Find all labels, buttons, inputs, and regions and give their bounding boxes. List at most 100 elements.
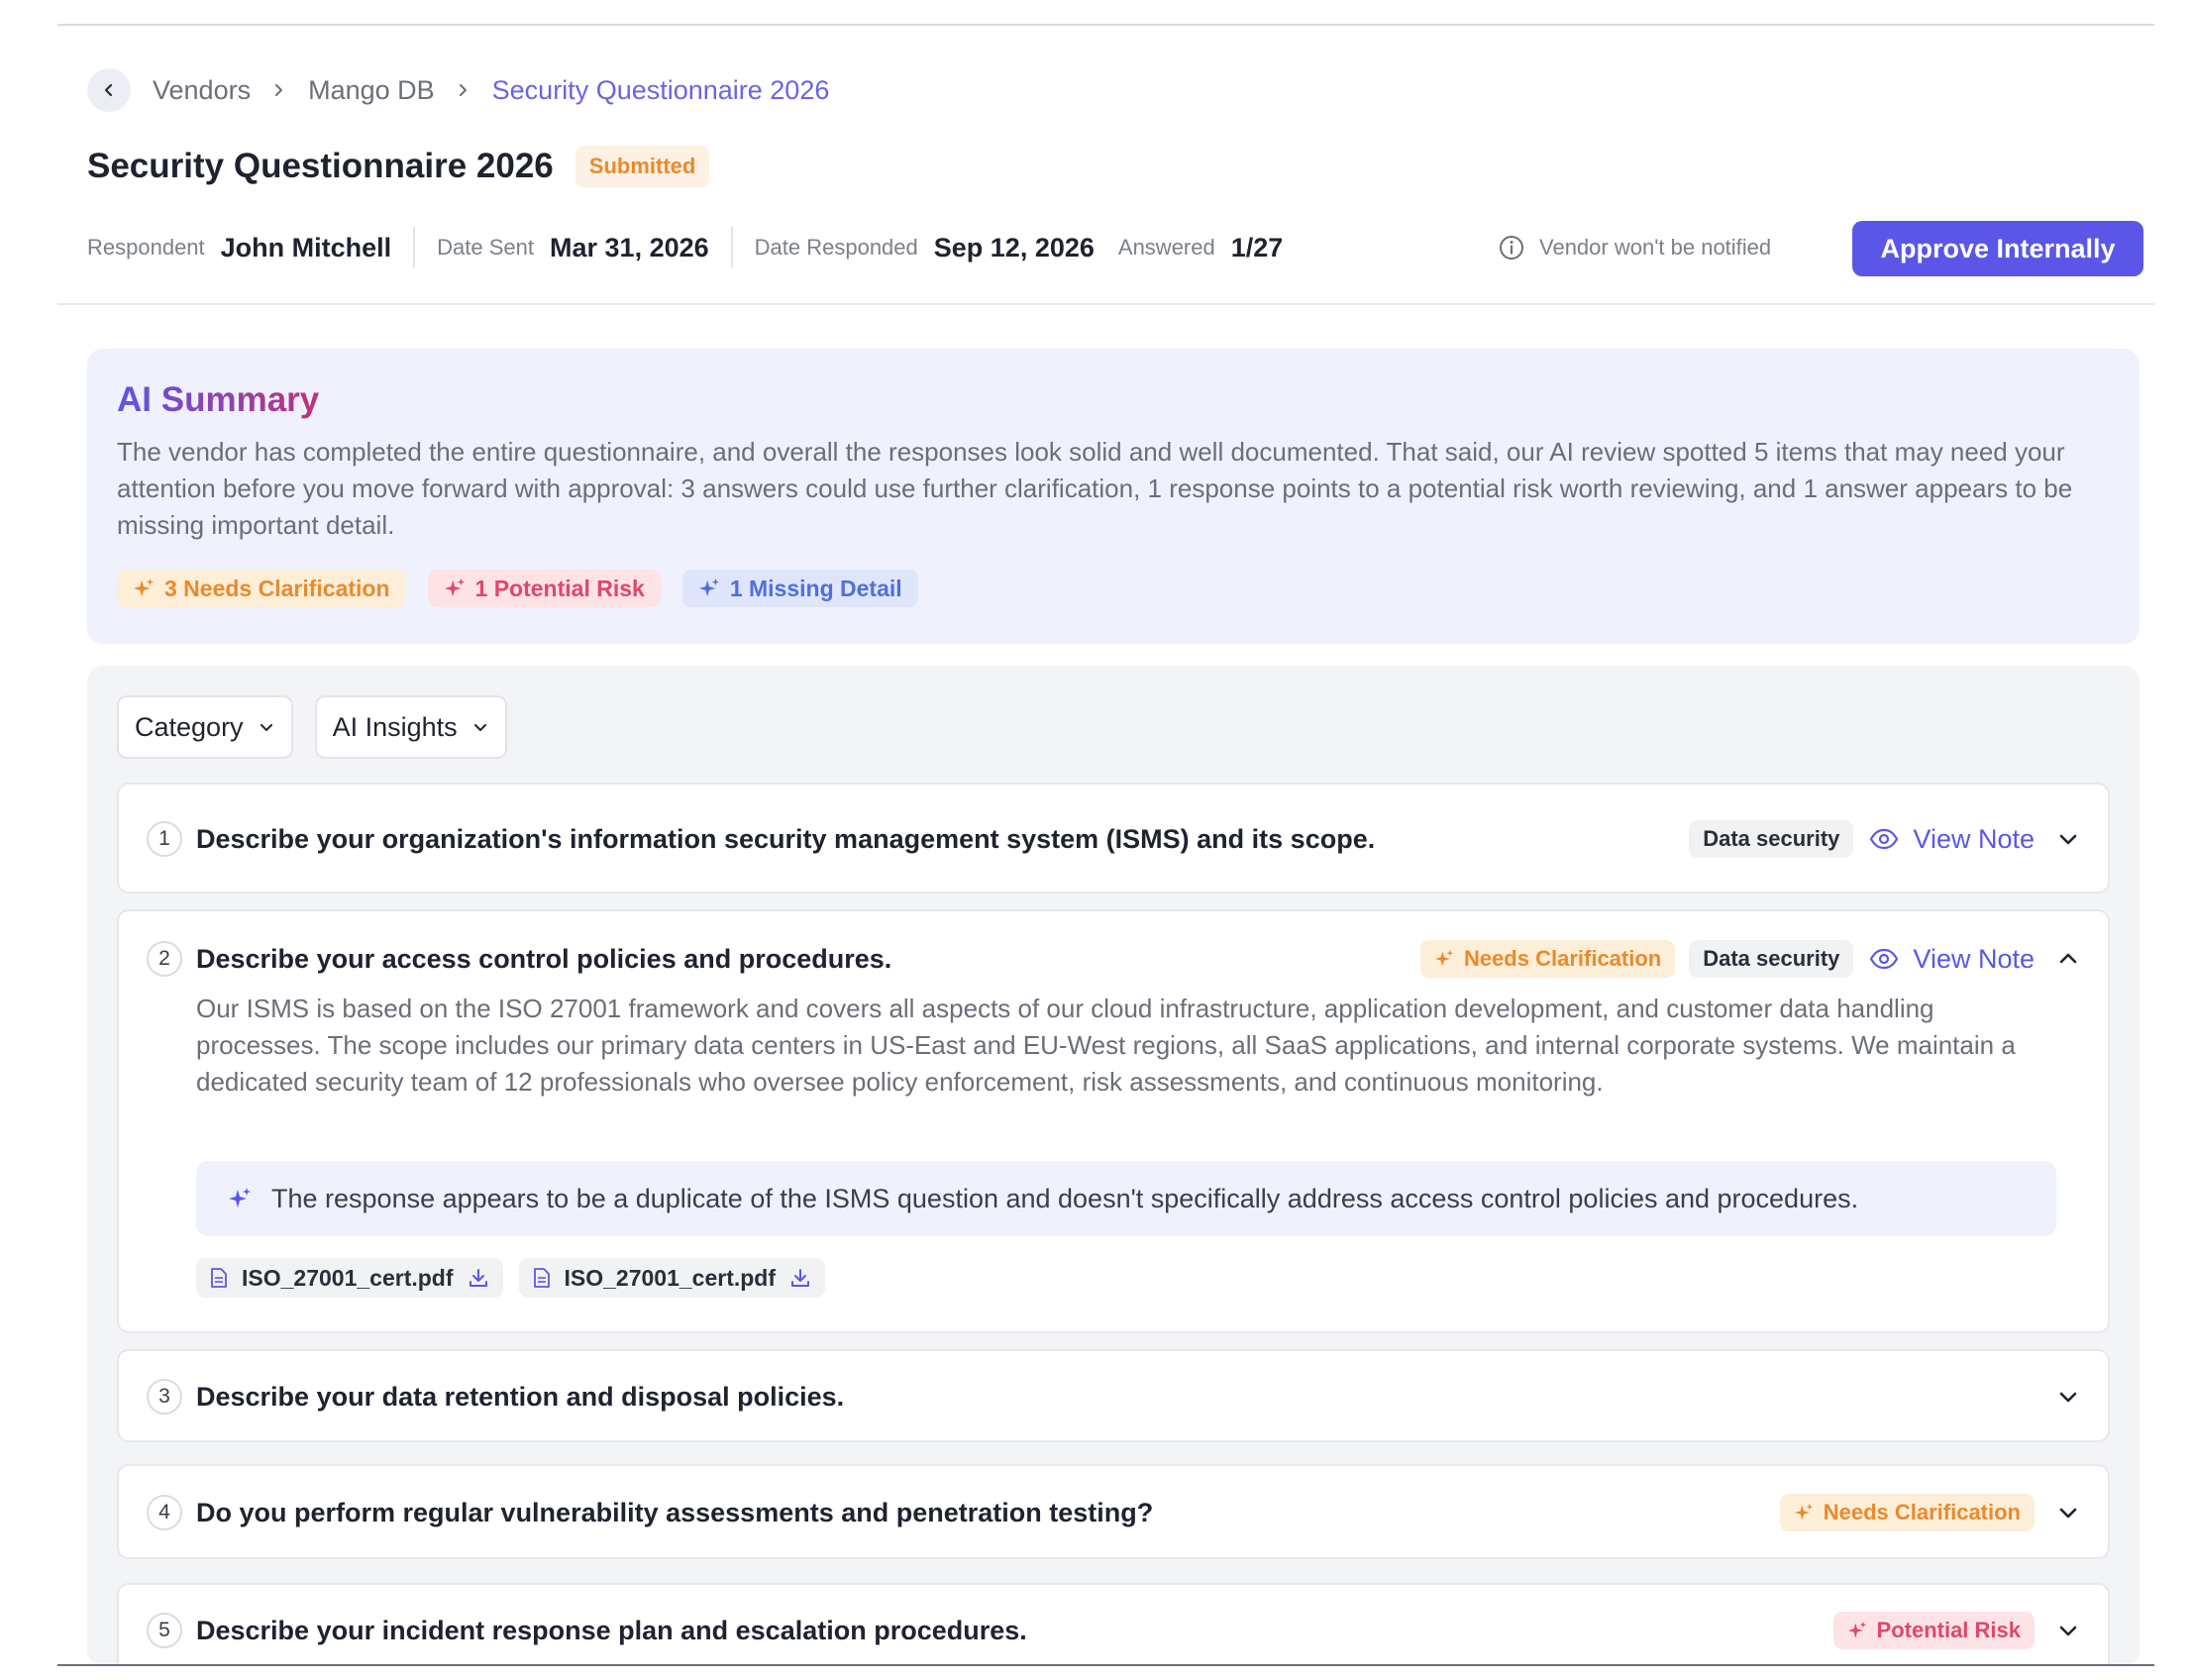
view-note-label: View Note xyxy=(1913,823,2035,854)
meta-divider xyxy=(730,227,733,268)
question-card[interactable]: 4 Do you perform regular vulnerability a… xyxy=(117,1464,2110,1559)
answer-text: Our ISMS is based on the ISO 27001 frame… xyxy=(196,994,2016,1097)
file-icon xyxy=(211,1268,227,1288)
question-number: 3 xyxy=(147,1379,182,1415)
ai-insights-filter[interactable]: AI Insights xyxy=(314,695,507,759)
question-number: 2 xyxy=(147,941,182,977)
insight-tag-label: Potential Risk xyxy=(1876,1618,2021,1642)
chevron-down-icon xyxy=(473,723,486,732)
question-card-expanded[interactable]: 2 Describe your access control policies … xyxy=(117,909,2110,1333)
insight-tag-label: Needs Clarification xyxy=(1823,1500,2021,1524)
sparkle-icon xyxy=(698,578,719,597)
download-icon[interactable] xyxy=(468,1267,489,1289)
chevron-down-icon xyxy=(2059,834,2077,845)
expand-toggle[interactable] xyxy=(2056,827,2080,851)
question-card[interactable]: 5 Describe your incident response plan a… xyxy=(117,1583,2110,1666)
view-note-link[interactable]: View Note xyxy=(1869,944,2035,975)
file-icon xyxy=(533,1268,550,1288)
top-divider xyxy=(57,24,2154,26)
breadcrumb-mango-db[interactable]: Mango DB xyxy=(308,75,435,106)
questions-panel: Category AI Insights 1 Describe your org… xyxy=(87,666,2140,1666)
sparkle-icon xyxy=(1434,949,1454,967)
meta-divider xyxy=(413,227,416,268)
respondent-value: John Mitchell xyxy=(220,232,392,262)
chevron-down-icon xyxy=(2059,1508,2077,1519)
info-icon xyxy=(1500,236,1523,260)
missing-detail-chip[interactable]: 1 Missing Detail xyxy=(681,570,918,607)
bottom-divider xyxy=(57,1664,2154,1666)
breadcrumb-vendors[interactable]: Vendors xyxy=(153,75,251,106)
filters: Category AI Insights xyxy=(117,695,529,759)
download-icon[interactable] xyxy=(789,1267,811,1289)
question-text: Describe your data retention and disposa… xyxy=(196,1381,845,1412)
question-number: 1 xyxy=(147,821,182,857)
chevron-right-icon xyxy=(459,84,467,96)
view-note-link[interactable]: View Note xyxy=(1869,824,2035,855)
chevron-down-icon xyxy=(2059,1392,2077,1403)
breadcrumb-current: Security Questionnaire 2026 xyxy=(491,74,830,105)
ai-summary-chips: 3 Needs Clarification 1 Potential Risk 1… xyxy=(117,570,2110,607)
attachment-chip[interactable]: ISO_27001_cert.pdf xyxy=(518,1258,826,1298)
question-text: Describe your access control policies an… xyxy=(196,943,892,974)
attachment-name: ISO_27001_cert.pdf xyxy=(564,1264,777,1291)
header-divider xyxy=(57,303,2154,305)
approve-internally-button[interactable]: Approve Internally xyxy=(1852,221,2143,276)
missing-detail-chip-label: 1 Missing Detail xyxy=(729,575,902,601)
ai-summary-title: AI Summary xyxy=(117,380,320,419)
date-responded-label: Date Responded xyxy=(754,235,918,260)
date-responded-value: Sep 12, 2026 xyxy=(933,232,1095,262)
category-filter[interactable]: Category xyxy=(117,695,293,759)
sparkle-icon xyxy=(444,578,465,597)
sparkle-icon xyxy=(1847,1621,1866,1638)
question-card[interactable]: 1 Describe your organization's informati… xyxy=(117,783,2110,893)
sparkle-icon xyxy=(229,1188,251,1208)
needs-clarification-tag: Needs Clarification xyxy=(1419,940,1676,978)
question-card[interactable]: 3 Describe your data retention and dispo… xyxy=(117,1349,2110,1442)
respondent-label: Respondent xyxy=(87,235,205,260)
category-tag: Data security xyxy=(1689,820,1854,858)
expand-toggle[interactable] xyxy=(2056,1501,2080,1524)
meta-row: Respondent John Mitchell Date Sent Mar 3… xyxy=(87,222,1283,273)
breadcrumb: Vendors Mango DB Security Questionnaire … xyxy=(87,68,830,112)
ai-summary-panel: AI Summary The vendor has completed the … xyxy=(87,349,2140,644)
insight-tag-label: Needs Clarification xyxy=(1463,946,1662,971)
needs-clarification-chip[interactable]: 3 Needs Clarification xyxy=(117,570,406,607)
answered-label: Answered xyxy=(1117,235,1215,260)
question-header[interactable]: 5 Describe your incident response plan a… xyxy=(119,1585,2108,1666)
notify-text: Vendor won't be notified xyxy=(1539,235,1772,260)
title-row: Security Questionnaire 2026 Submitted xyxy=(87,141,710,192)
status-badge: Submitted xyxy=(574,146,710,187)
collapse-toggle[interactable] xyxy=(2056,947,2080,971)
category-tag: Data security xyxy=(1689,940,1854,978)
sparkle-icon xyxy=(1794,1503,1813,1521)
date-sent-value: Mar 31, 2026 xyxy=(550,232,709,262)
date-sent-label: Date Sent xyxy=(437,235,535,260)
question-header[interactable]: 3 Describe your data retention and dispo… xyxy=(119,1351,2108,1442)
answered-value: 1/27 xyxy=(1230,232,1284,262)
expand-toggle[interactable] xyxy=(2056,1619,2080,1642)
potential-risk-chip[interactable]: 1 Potential Risk xyxy=(427,570,661,607)
chevron-left-icon xyxy=(104,83,113,97)
back-button[interactable] xyxy=(87,68,131,112)
notify-hint: Vendor won't be notified xyxy=(1498,228,1771,267)
category-filter-label: Category xyxy=(135,711,244,742)
ai-insight-box: The response appears to be a duplicate o… xyxy=(196,1161,2056,1236)
expand-toggle[interactable] xyxy=(2056,1385,2080,1409)
chevron-down-icon xyxy=(260,723,272,732)
potential-risk-chip-label: 1 Potential Risk xyxy=(474,575,645,601)
sparkle-icon xyxy=(133,578,155,597)
ai-summary-text: The vendor has completed the entire ques… xyxy=(117,437,2073,540)
needs-clarification-chip-label: 3 Needs Clarification xyxy=(164,575,390,601)
page-title: Security Questionnaire 2026 xyxy=(87,147,554,185)
chevron-up-icon xyxy=(2059,953,2077,964)
eye-icon xyxy=(1870,948,1899,970)
question-text: Describe your incident response plan and… xyxy=(196,1615,1027,1645)
question-text: Describe your organization's information… xyxy=(196,823,1376,854)
attachments: ISO_27001_cert.pdf ISO_27001_cert.pdf xyxy=(196,1258,841,1298)
eye-icon xyxy=(1870,828,1899,850)
ai-insight-text: The response appears to be a duplicate o… xyxy=(271,1183,1859,1213)
attachment-chip[interactable]: ISO_27001_cert.pdf xyxy=(196,1258,503,1298)
question-number: 5 xyxy=(147,1613,182,1648)
ai-insights-filter-label: AI Insights xyxy=(332,711,458,742)
chevron-right-icon xyxy=(275,84,283,96)
